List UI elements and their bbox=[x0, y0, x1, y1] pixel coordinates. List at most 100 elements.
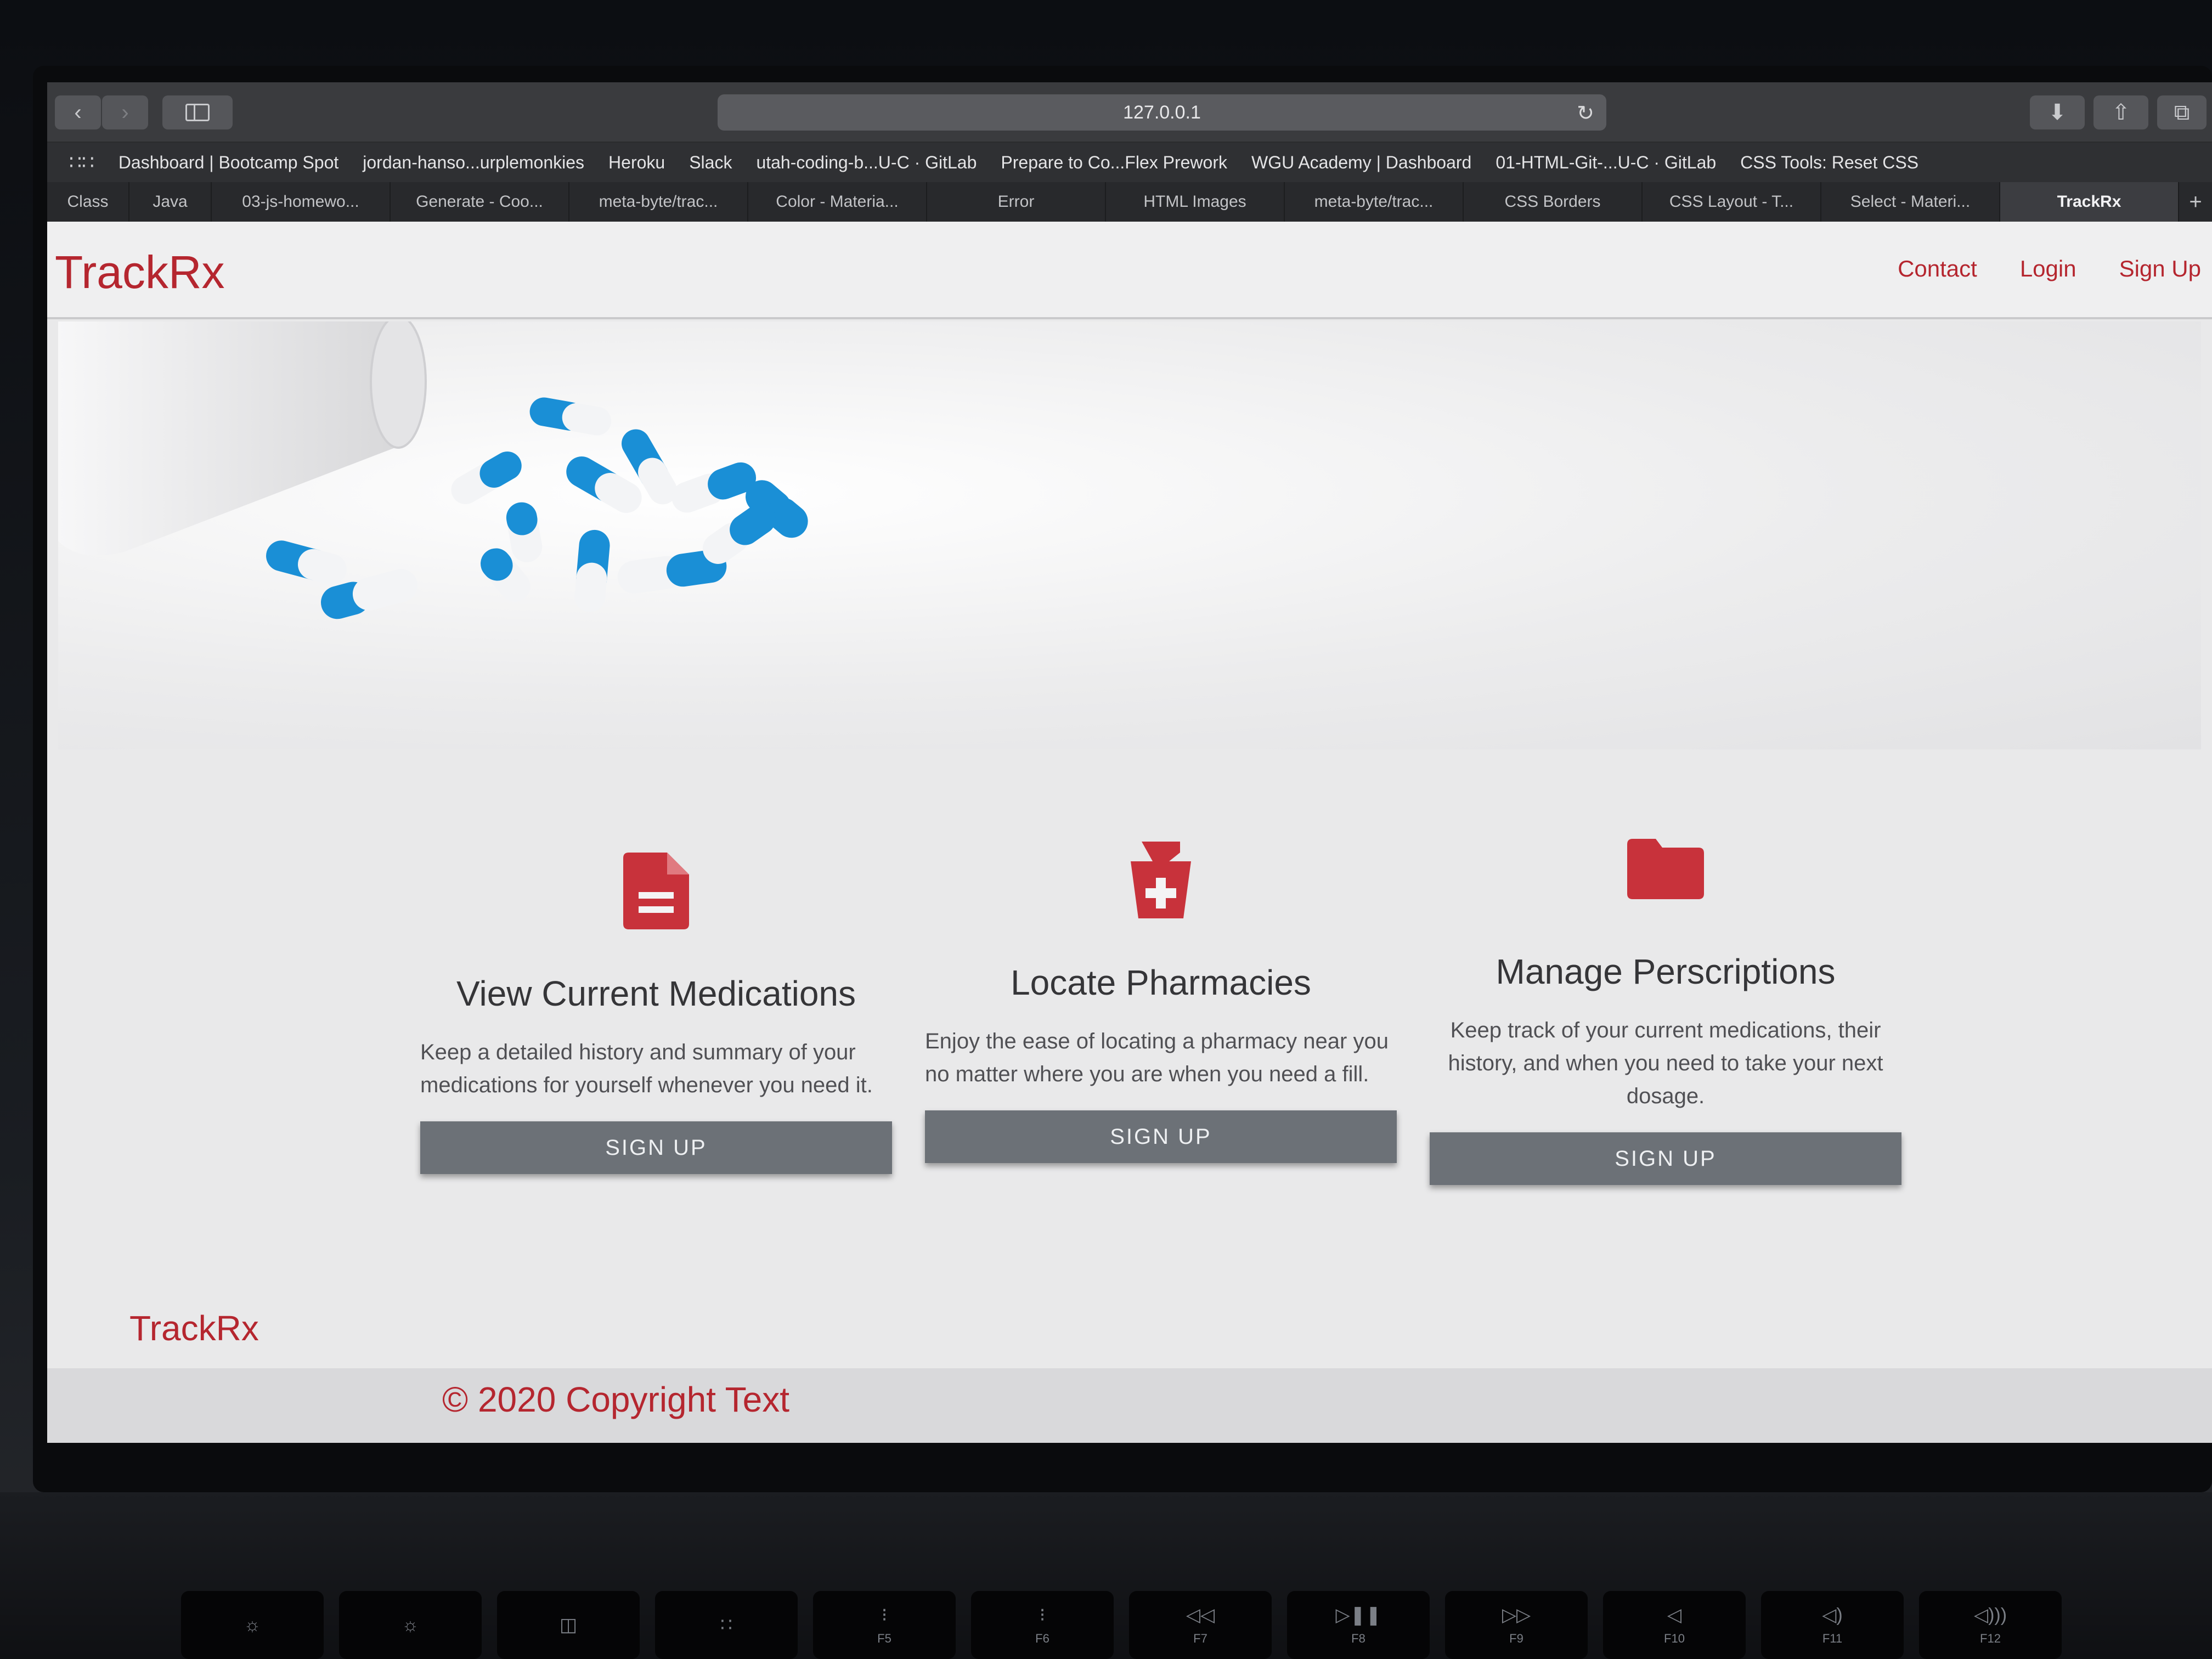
key-label: F5 bbox=[877, 1632, 891, 1645]
tabs-icon: ⧉ bbox=[2174, 100, 2190, 125]
keyboard-key[interactable]: ◁))) F12 bbox=[1919, 1591, 2062, 1659]
nav-link-signup[interactable]: Sign Up bbox=[2119, 256, 2201, 282]
rewind-icon: ◁◁ bbox=[1186, 1605, 1215, 1626]
pills-illustration bbox=[58, 315, 808, 619]
keyboard-key[interactable]: ◁ F10 bbox=[1603, 1591, 1746, 1659]
browser-tab[interactable]: 03-js-homewo... bbox=[212, 182, 391, 222]
volume-down-icon: ◁) bbox=[1822, 1605, 1843, 1626]
hero-image bbox=[58, 315, 2201, 749]
sidebar-toggle-button[interactable] bbox=[162, 95, 233, 129]
site-brand-logo[interactable]: TrackRx bbox=[55, 246, 225, 299]
browser-tab[interactable]: Error bbox=[927, 182, 1106, 222]
address-bar[interactable]: 127.0.0.1 ↻ bbox=[718, 94, 1606, 131]
bookmarks-bar: ∷∷ Dashboard | Bootcamp Spot jordan-hans… bbox=[47, 143, 2212, 182]
pharmacy-icon bbox=[925, 836, 1397, 924]
browser-tab[interactable]: meta-byte/trac... bbox=[569, 182, 748, 222]
laptop-screen: ‹ › 127.0.0.1 ↻ ⬇ ⇧ ⧉ ∷∷ Dashboard | Boo… bbox=[47, 82, 2212, 1443]
nav-link-contact[interactable]: Contact bbox=[1898, 256, 1977, 282]
feature-card-pharmacies: Locate Pharmacies Enjoy the ease of loca… bbox=[925, 836, 1397, 1163]
features-section: View Current Medications Keep a detailed… bbox=[420, 839, 1956, 1242]
url-text: 127.0.0.1 bbox=[1123, 101, 1201, 123]
keyboard-key[interactable]: ☼ bbox=[181, 1591, 324, 1659]
keyboard-key[interactable]: ◁◁ F7 bbox=[1129, 1591, 1272, 1659]
share-button[interactable]: ⇧ bbox=[2094, 95, 2148, 129]
nav-link-login[interactable]: Login bbox=[2020, 256, 2076, 282]
key-label: F7 bbox=[1193, 1632, 1207, 1645]
key-label: F6 bbox=[1035, 1632, 1049, 1645]
plus-icon: + bbox=[2189, 189, 2202, 214]
bookmark-item[interactable]: utah-coding-b...U-C · GitLab bbox=[756, 153, 977, 173]
bookmark-item[interactable]: WGU Academy | Dashboard bbox=[1251, 153, 1471, 173]
browser-tab[interactable]: meta-byte/trac... bbox=[1285, 182, 1464, 222]
browser-tab[interactable]: HTML Images bbox=[1106, 182, 1285, 222]
bookmark-item[interactable]: Slack bbox=[689, 153, 732, 173]
key-label: F12 bbox=[1980, 1632, 2001, 1645]
function-key-row: ☼ ☼ ◫ ∷ ⁝ F5 ⁝ F6 ◁◁ F7 ▷❚❚ F8 ▷▷ F9 ◁ F10 ◁) F… bbox=[181, 1591, 2212, 1659]
keyboard-key[interactable]: ▷❚❚ F8 bbox=[1287, 1591, 1430, 1659]
feature-description: Keep a detailed history and summary of y… bbox=[420, 1040, 873, 1097]
bookmark-item[interactable]: CSS Tools: Reset CSS bbox=[1740, 153, 1918, 173]
bookmark-item[interactable]: Dashboard | Bootcamp Spot bbox=[119, 153, 338, 173]
folder-icon bbox=[1430, 825, 1901, 913]
key-label: F11 bbox=[1822, 1632, 1843, 1645]
document-icon bbox=[420, 847, 892, 935]
browser-tab[interactable]: Color - Materia... bbox=[748, 182, 927, 222]
footer-copyright-bar: © 2020 Copyright Text bbox=[47, 1368, 2212, 1443]
tab-bar: Class Java 03-js-homewo... Generate - Co… bbox=[47, 182, 2212, 222]
keyboard-key[interactable]: ⁝ F5 bbox=[813, 1591, 956, 1659]
footer-brand[interactable]: TrackRx bbox=[129, 1308, 259, 1348]
key-label: F10 bbox=[1664, 1632, 1685, 1645]
chevron-left-icon: ‹ bbox=[74, 100, 82, 125]
feature-card-medications: View Current Medications Keep a detailed… bbox=[420, 847, 892, 1174]
sidebar-icon bbox=[185, 104, 210, 121]
keyboard-key[interactable]: ☼ bbox=[339, 1591, 482, 1659]
feature-title: Locate Pharmacies bbox=[1011, 963, 1311, 1002]
feature-title: Manage Perscriptions bbox=[1496, 952, 1836, 991]
web-page: TrackRx Contact Login Sign Up View Curre… bbox=[47, 222, 2212, 1443]
copyright-text: © 2020 Copyright Text bbox=[442, 1380, 789, 1419]
bookmark-item[interactable]: Prepare to Co...Flex Prework bbox=[1001, 153, 1227, 173]
mission-control-icon: ◫ bbox=[559, 1615, 578, 1635]
keyboard-key[interactable]: ∷ bbox=[655, 1591, 798, 1659]
reload-icon[interactable]: ↻ bbox=[1577, 101, 1594, 126]
grid-icon[interactable]: ∷∷ bbox=[69, 151, 94, 174]
browser-tab[interactable]: CSS Borders bbox=[1464, 182, 1643, 222]
browser-tab[interactable]: Class bbox=[47, 182, 129, 222]
keyboard-key[interactable]: ⁝ F6 bbox=[971, 1591, 1114, 1659]
mute-icon: ◁ bbox=[1667, 1605, 1682, 1626]
back-button[interactable]: ‹ bbox=[55, 95, 101, 129]
brightness-up-icon: ☼ bbox=[402, 1614, 419, 1635]
feature-card-prescriptions: Manage Perscriptions Keep track of your … bbox=[1430, 825, 1901, 1185]
bookmark-item[interactable]: 01-HTML-Git-...U-C · GitLab bbox=[1496, 153, 1716, 173]
keyboard-key[interactable]: ◫ bbox=[497, 1591, 640, 1659]
new-tab-button[interactable]: + bbox=[2179, 182, 2212, 222]
browser-tab[interactable]: Java bbox=[129, 182, 212, 222]
forward-button[interactable]: › bbox=[102, 95, 148, 129]
feature-description: Keep track of your current medications, … bbox=[1448, 1018, 1883, 1108]
brightness-down-icon: ☼ bbox=[244, 1614, 261, 1635]
pill-bottle bbox=[58, 321, 420, 556]
signup-button[interactable]: SIGN UP bbox=[925, 1110, 1397, 1163]
share-icon: ⇧ bbox=[2112, 100, 2130, 125]
key-label: F8 bbox=[1351, 1632, 1365, 1645]
browser-tab[interactable]: Generate - Coo... bbox=[391, 182, 569, 222]
browser-tab[interactable]: CSS Layout - T... bbox=[1643, 182, 1821, 222]
feature-title: View Current Medications bbox=[456, 974, 856, 1013]
bookmark-item[interactable]: Heroku bbox=[608, 153, 665, 173]
keyboard-light-up-icon: ⁝ bbox=[1039, 1605, 1046, 1626]
browser-tab-active[interactable]: TrackRx bbox=[2000, 182, 2179, 222]
keyboard-key[interactable]: ▷▷ F9 bbox=[1445, 1591, 1588, 1659]
volume-up-icon: ◁))) bbox=[1973, 1605, 2007, 1626]
signup-button[interactable]: SIGN UP bbox=[1430, 1132, 1901, 1185]
keyboard-light-down-icon: ⁝ bbox=[881, 1605, 888, 1626]
browser-toolbar: ‹ › 127.0.0.1 ↻ ⬇ ⇧ ⧉ bbox=[47, 82, 2212, 143]
launchpad-icon: ∷ bbox=[720, 1615, 732, 1635]
signup-button[interactable]: SIGN UP bbox=[420, 1121, 892, 1174]
downloads-button[interactable]: ⬇ bbox=[2030, 95, 2085, 129]
tab-overview-button[interactable]: ⧉ bbox=[2157, 95, 2207, 129]
browser-tab[interactable]: Select - Materi... bbox=[1821, 182, 2000, 222]
nav-links: Contact Login Sign Up bbox=[1898, 256, 2201, 282]
download-icon: ⬇ bbox=[2048, 100, 2067, 125]
keyboard-key[interactable]: ◁) F11 bbox=[1761, 1591, 1904, 1659]
bookmark-item[interactable]: jordan-hanso...urplemonkies bbox=[363, 153, 584, 173]
